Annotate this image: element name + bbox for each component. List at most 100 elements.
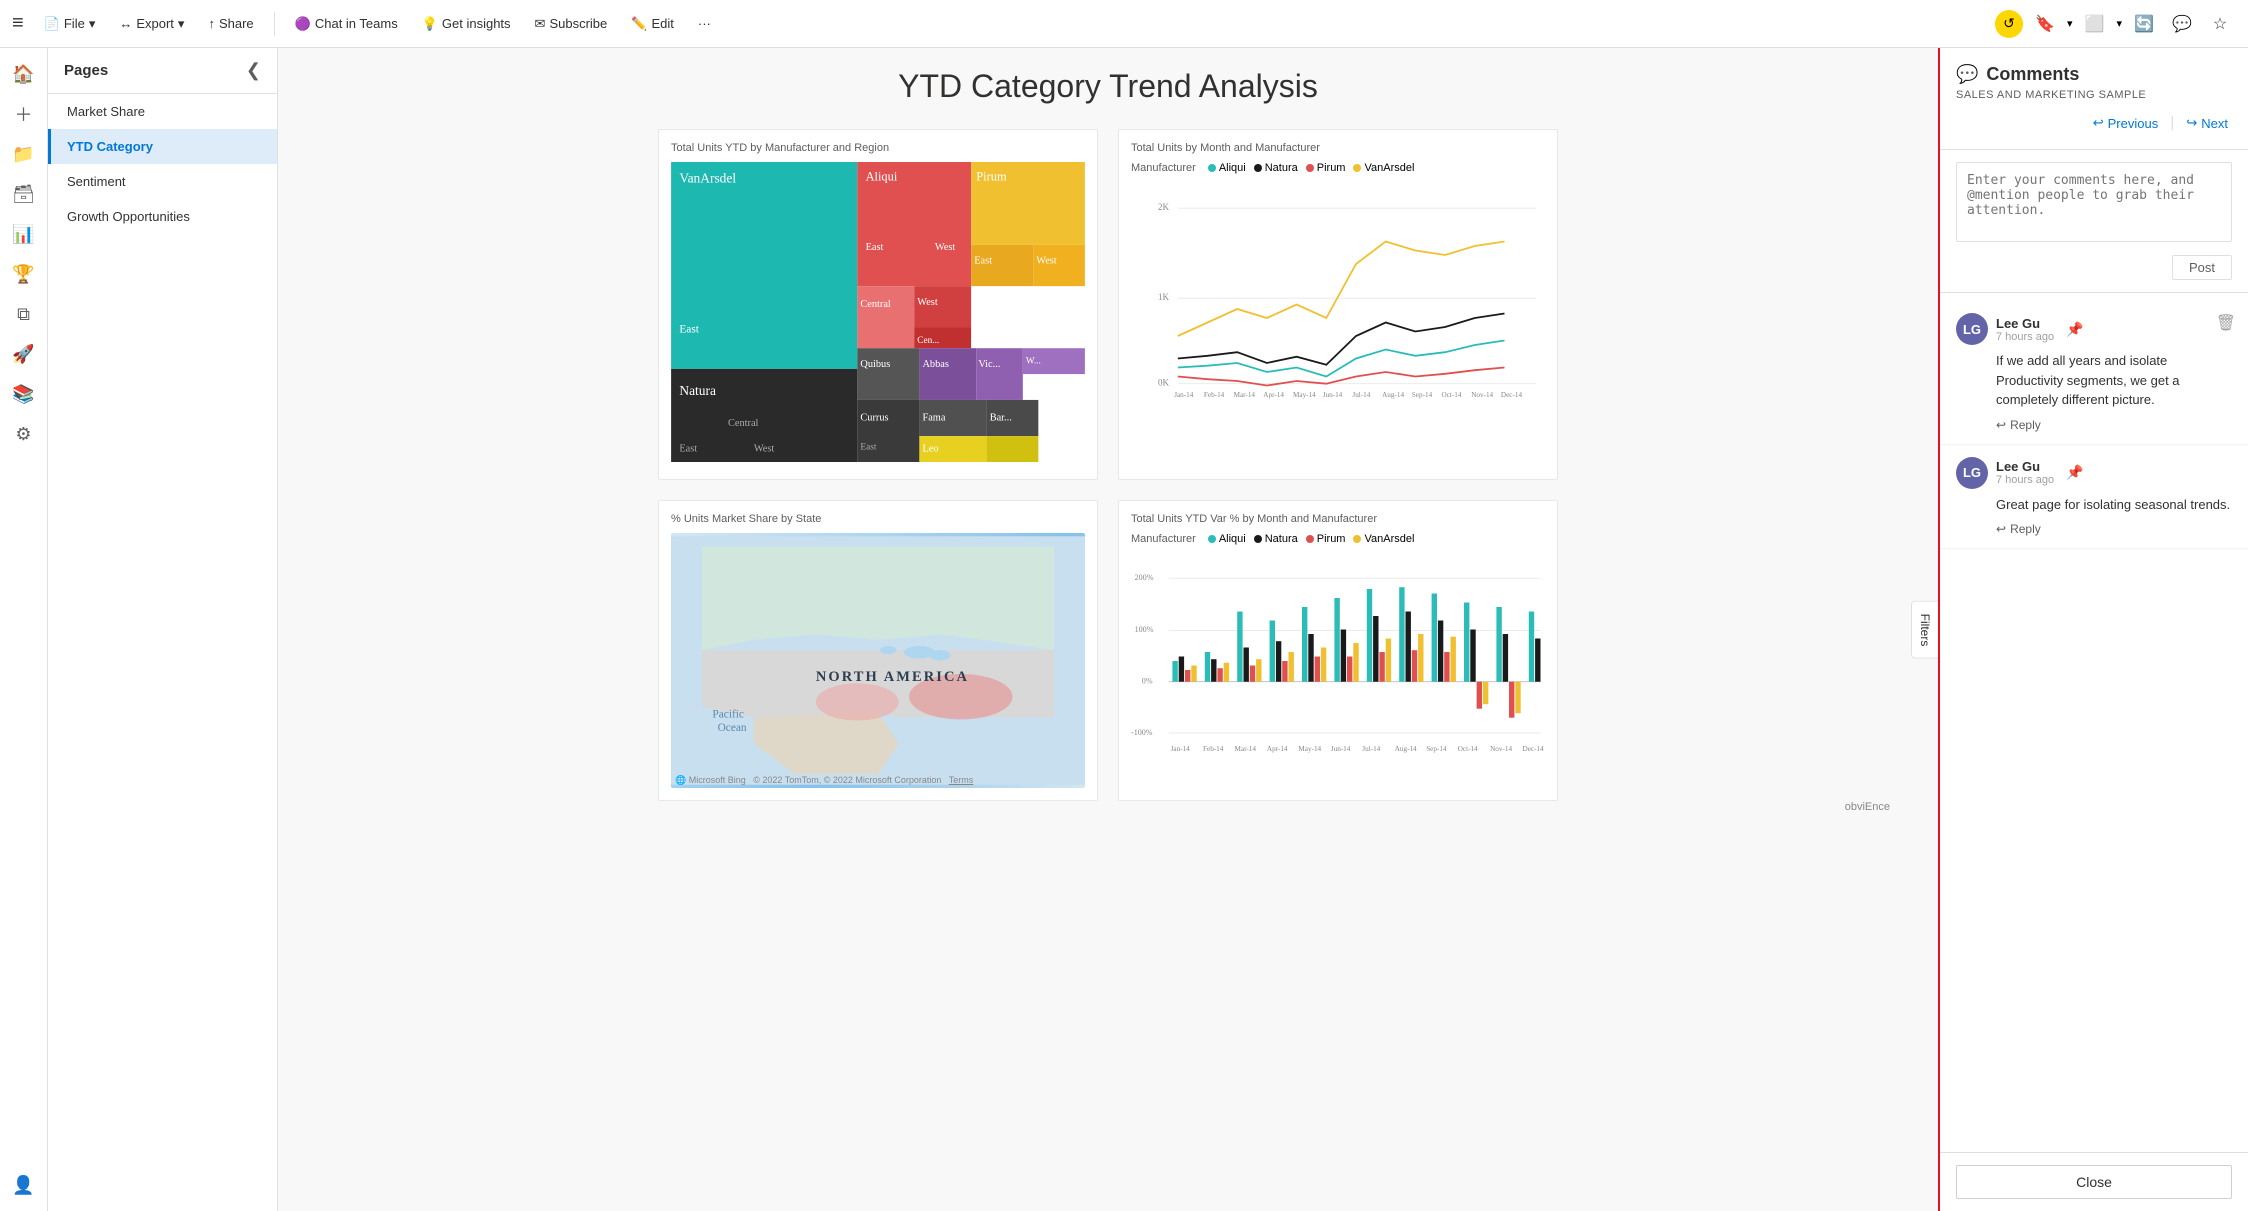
edit-button[interactable]: ✏️ Edit	[623, 12, 682, 36]
svg-text:Sep-14: Sep-14	[1426, 745, 1447, 753]
nav-chart-icon[interactable]: 📊	[6, 216, 42, 252]
svg-text:Fama: Fama	[922, 413, 945, 424]
chat-in-teams-button[interactable]: 🟣 Chat in Teams	[287, 12, 406, 36]
svg-text:Dec-14: Dec-14	[1523, 745, 1545, 753]
comments-panel: 💬 Comments SALES AND MARKETING SAMPLE ↩ …	[1938, 48, 2248, 1211]
svg-text:Abbas: Abbas	[922, 359, 948, 370]
close-button[interactable]: Close	[1956, 1165, 2232, 1199]
nav-data-icon[interactable]: 🗃	[6, 176, 42, 212]
refresh-button[interactable]: 🔄	[2128, 8, 2160, 40]
avatar-2: LG	[1956, 457, 1988, 489]
avatar-1: LG	[1956, 313, 1988, 345]
file-button[interactable]: 📄 File ▾	[36, 12, 104, 36]
comments-icon: 💬	[1956, 64, 1978, 85]
subscribe-button[interactable]: ✉ Subscribe	[527, 12, 616, 36]
obvi-watermark: obviEnce	[1845, 801, 1890, 813]
share-button[interactable]: ↑ Share	[200, 12, 261, 35]
comments-previous-button[interactable]: ↩ Previous	[2089, 113, 2162, 133]
get-insights-button[interactable]: 💡 Get insights	[414, 12, 519, 36]
barchart-chart: Total Units YTD Var % by Month and Manuf…	[1118, 500, 1558, 801]
comment-reply-button-1[interactable]: ↩ Reply	[1996, 418, 2232, 432]
window-button[interactable]: ⬜	[2078, 8, 2110, 40]
filters-tab[interactable]: Filters	[1911, 600, 1938, 659]
comment-item-2: LG Lee Gu 7 hours ago 📌 Great page for i…	[1940, 445, 2248, 550]
svg-text:Vic...: Vic...	[978, 359, 1000, 370]
bookmark-button[interactable]: 🔖	[2029, 8, 2061, 40]
post-button[interactable]: Post	[2172, 255, 2232, 280]
comment-reply-button-2[interactable]: ↩ Reply	[1996, 522, 2232, 536]
undo-button[interactable]: ↺	[1995, 10, 2023, 38]
linechart-chart: Total Units by Month and Manufacturer Ma…	[1118, 129, 1558, 480]
svg-text:West: West	[1036, 255, 1057, 266]
legend-vanarsdel: VanArsdel	[1353, 162, 1414, 174]
svg-text:East: East	[679, 444, 697, 455]
comments-nav-separator: |	[2170, 114, 2174, 132]
window-chevron[interactable]: ▾	[2116, 17, 2122, 30]
svg-text:Ocean: Ocean	[718, 722, 747, 734]
svg-text:Mar-14: Mar-14	[1235, 745, 1257, 753]
reply-icon-1: ↩	[1996, 418, 2006, 432]
reply-icon-2: ↩	[1996, 522, 2006, 536]
legend-line: Manufacturer Aliqui Natura Pirum	[1131, 162, 1545, 174]
nav-folder-icon[interactable]: 📁	[6, 136, 42, 172]
pirum-dot	[1306, 164, 1314, 172]
comment-delete-button-1[interactable]: 🗑	[2216, 313, 2236, 333]
svg-text:Dec-14: Dec-14	[1501, 391, 1523, 399]
natura-dot	[1254, 164, 1262, 172]
comment-author-2: Lee Gu	[1996, 459, 2054, 474]
star-button[interactable]: ☆	[2204, 8, 2236, 40]
bookmark-chevron[interactable]: ▾	[2067, 17, 2073, 30]
nav-book-icon[interactable]: 📚	[6, 376, 42, 412]
svg-text:Pacific: Pacific	[712, 708, 744, 720]
svg-text:Sep-14: Sep-14	[1412, 391, 1433, 399]
export-icon: ↔	[119, 16, 132, 31]
nav-rocket-icon[interactable]: 🚀	[6, 336, 42, 372]
subscribe-icon: ✉	[535, 16, 546, 32]
linechart-svg: 2K 1K 0K	[1131, 180, 1545, 420]
comments-title-row: 💬 Comments	[1956, 64, 2232, 85]
svg-text:East: East	[974, 255, 992, 266]
nav-add-icon[interactable]: ＋	[6, 96, 42, 132]
comment-user-row-2: LG Lee Gu 7 hours ago 📌	[1956, 457, 2232, 489]
legend-aliqui: Aliqui	[1208, 162, 1246, 174]
svg-text:200%: 200%	[1135, 573, 1154, 582]
legend-natura: Natura	[1254, 162, 1298, 174]
export-button[interactable]: ↔ Export ▾	[111, 12, 192, 36]
svg-text:VanArsdel: VanArsdel	[679, 171, 736, 186]
comments-next-button[interactable]: ↪ Next	[2182, 113, 2232, 133]
comment-item: 🗑 LG Lee Gu 7 hours ago 📌 If we add all …	[1940, 301, 2248, 445]
page-item-growth-opportunities[interactable]: Growth Opportunities	[48, 199, 277, 234]
legend-pirum: Pirum	[1306, 162, 1346, 174]
svg-text:Pirum: Pirum	[976, 170, 1007, 184]
pages-collapse-button[interactable]: ❮	[246, 60, 261, 81]
comment-pin-icon-2: 📌	[2066, 464, 2083, 481]
page-item-sentiment[interactable]: Sentiment	[48, 164, 277, 199]
pages-header: Pages ❮	[48, 48, 277, 94]
more-button[interactable]: ···	[690, 12, 719, 35]
page-item-ytd-category[interactable]: YTD Category	[48, 129, 277, 164]
page-item-market-share[interactable]: Market Share	[48, 94, 277, 129]
svg-text:-100%: -100%	[1131, 728, 1153, 737]
share-icon: ↑	[208, 16, 215, 31]
svg-text:NORTH AMERICA: NORTH AMERICA	[816, 669, 969, 685]
toolbar-separator-1	[274, 12, 275, 36]
toolbar: ≡ 📄 File ▾ ↔ Export ▾ ↑ Share 🟣 Chat in …	[0, 0, 2248, 48]
report-title: YTD Category Trend Analysis	[898, 68, 1318, 105]
comment-input-field[interactable]	[1956, 162, 2232, 242]
svg-text:Quibus: Quibus	[860, 359, 890, 370]
comments-header: 💬 Comments SALES AND MARKETING SAMPLE ↩ …	[1940, 48, 2248, 150]
nav-home-icon[interactable]: 🏠	[6, 56, 42, 92]
nav-user-icon[interactable]: 👤	[6, 1167, 42, 1203]
comment-toolbar-button[interactable]: 💬	[2166, 8, 2198, 40]
hamburger-menu-icon[interactable]: ≡	[12, 12, 24, 35]
svg-text:East: East	[679, 324, 699, 336]
comments-list: 🗑 LG Lee Gu 7 hours ago 📌 If we add all …	[1940, 293, 2248, 1152]
svg-text:Central: Central	[728, 418, 759, 429]
nav-trophy-icon[interactable]: 🏆	[6, 256, 42, 292]
barchart-svg: 200% 100% 0% -100%	[1131, 551, 1545, 771]
comment-meta-2: Lee Gu 7 hours ago	[1996, 459, 2054, 486]
legend-bar: Manufacturer Aliqui Natura Pirum	[1131, 533, 1545, 545]
pages-panel: Pages ❮ Market Share YTD Category Sentim…	[48, 48, 278, 1211]
nav-settings-icon[interactable]: ⚙	[6, 416, 42, 452]
nav-layers-icon[interactable]: ⧉	[6, 296, 42, 332]
